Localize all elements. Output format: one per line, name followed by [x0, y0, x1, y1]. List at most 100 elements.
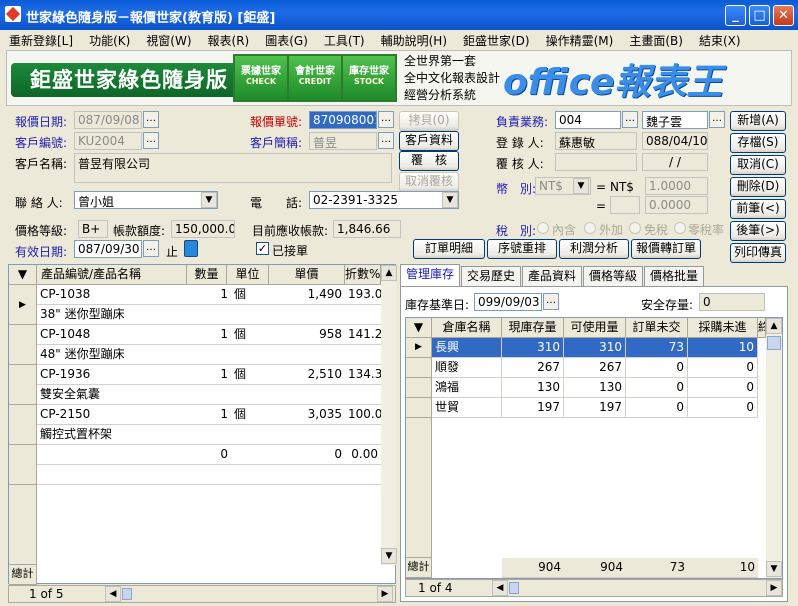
col-on-hand[interactable]: 現庫存量 — [502, 318, 564, 338]
item-name[interactable] — [37, 465, 381, 485]
menu-window[interactable]: 視窗(W) — [137, 30, 198, 49]
item-unit[interactable]: 個 — [231, 405, 269, 425]
item-price[interactable]: 2,510 — [269, 365, 345, 385]
hscroll-thumb[interactable] — [122, 588, 132, 600]
stock-purchase-pending[interactable]: 10 — [688, 338, 758, 358]
stock-available[interactable]: 197 — [564, 398, 626, 418]
item-code[interactable]: CP-1048 — [37, 325, 187, 345]
menu-help[interactable]: 輔助說明(H) — [372, 30, 454, 49]
menu-function[interactable]: 功能(K) — [80, 30, 137, 49]
item-price[interactable]: 958 — [269, 325, 345, 345]
scroll-right-icon[interactable]: ▶ — [766, 580, 782, 596]
stock-order-pending[interactable]: 73 — [626, 338, 688, 358]
scroll-up-icon[interactable]: ▲ — [381, 265, 397, 281]
cust-name-field[interactable]: 普昱有限公司 — [74, 153, 392, 183]
item-qty[interactable]: 1 — [187, 365, 231, 385]
phone-select[interactable]: 02-2391-3325 — [309, 191, 459, 209]
tab-trade-history[interactable]: 交易歷史 — [461, 266, 522, 286]
item-unit[interactable]: 個 — [231, 365, 269, 385]
col-qty[interactable]: 數量 — [187, 265, 227, 285]
cancel-button[interactable]: 取消(C) — [730, 155, 786, 175]
row-header[interactable] — [406, 398, 432, 418]
item-discount[interactable]: 0.00 — [345, 445, 381, 465]
scroll-right-icon[interactable]: ▶ — [377, 586, 393, 602]
next-record-button[interactable]: 後筆(>) — [730, 221, 786, 241]
menu-exit[interactable]: 結束(X) — [690, 30, 748, 49]
cust-no-field[interactable]: KU2004 — [74, 132, 142, 150]
close-button[interactable]: ✕ — [773, 5, 794, 26]
sales-code-lookup-button[interactable]: … — [622, 111, 638, 128]
delete-button[interactable]: 刪除(D) — [730, 177, 786, 197]
maximize-button[interactable]: □ — [749, 5, 770, 26]
stock-purchase-pending[interactable]: 0 — [688, 398, 758, 418]
stock-purchase-pending[interactable]: 0 — [688, 378, 758, 398]
menu-wizard[interactable]: 操作精靈(M) — [537, 30, 621, 49]
row-header[interactable] — [9, 445, 37, 485]
order-detail-button[interactable]: 訂單明細 — [413, 239, 485, 259]
item-price[interactable]: 1,490 — [269, 285, 345, 305]
stock-on-hand[interactable]: 197 — [502, 398, 564, 418]
exchange-rate2-field[interactable]: 0.0000 — [645, 196, 708, 214]
row-header[interactable] — [9, 325, 37, 365]
base-date-picker-button[interactable]: … — [543, 293, 559, 310]
quote-date-picker-button[interactable]: … — [143, 111, 159, 128]
col-available[interactable]: 可使用量 — [564, 318, 626, 338]
items-grid[interactable]: ▼ 產品編號/產品名稱 數量 單位 單價 折數% ▶ CP-1038 1 個 1,490… — [8, 264, 397, 585]
stock-vscroll[interactable]: ▲ ▼ — [766, 318, 782, 578]
copy-button[interactable]: 拷貝(0) — [399, 111, 459, 131]
item-price[interactable]: 3,035 — [269, 405, 345, 425]
row-header[interactable] — [9, 405, 37, 445]
scroll-left-icon[interactable]: ◀ — [105, 586, 121, 602]
prev-record-button[interactable]: 前筆(<) — [730, 199, 786, 219]
row-header[interactable] — [406, 358, 432, 378]
quote-no-field[interactable]: 870908001 — [309, 111, 377, 129]
stock-available[interactable]: 130 — [564, 378, 626, 398]
stock-on-hand[interactable]: 267 — [502, 358, 564, 378]
menu-jusheng[interactable]: 鉅盛世家(D) — [454, 30, 537, 49]
quote-to-order-button[interactable]: 報價轉訂單 — [631, 239, 701, 259]
tax-zero-radio[interactable] — [674, 222, 686, 234]
cust-short-field[interactable]: 普昱 — [309, 132, 377, 150]
stock-warehouse[interactable]: 世貿 — [432, 398, 502, 418]
item-discount[interactable]: 100.00 — [345, 405, 381, 425]
save-button[interactable]: 存檔(S) — [730, 133, 786, 153]
col-purchase-pending[interactable]: 採購未進 — [688, 318, 758, 338]
stock-warehouse[interactable]: 順發 — [432, 358, 502, 378]
tab-price-level[interactable]: 價格等級 — [583, 266, 644, 286]
base-date-field[interactable]: 099/09/03 — [474, 293, 542, 311]
cancel-review-button[interactable]: 取消覆核 — [399, 172, 459, 192]
cust-no-lookup-button[interactable]: … — [143, 132, 159, 149]
tab-manage-stock[interactable]: 管理庫存 — [400, 264, 461, 286]
col-unit[interactable]: 單位 — [227, 265, 269, 285]
stock-available[interactable]: 267 — [564, 358, 626, 378]
scroll-down-icon[interactable]: ▼ — [766, 561, 782, 577]
item-discount[interactable]: 134.30 — [345, 365, 381, 385]
stock-grid[interactable]: ▼ 倉庫名稱 現庫存量 可使用量 訂單未交 採購未進 終 ▶長興31031073… — [405, 317, 783, 579]
col-discount[interactable]: 折數% — [345, 265, 381, 285]
item-price[interactable]: 0 — [269, 445, 345, 465]
quote-date-field[interactable]: 087/09/08 — [74, 111, 142, 129]
item-code[interactable] — [37, 445, 187, 465]
tab-price-batch[interactable]: 價格批量 — [644, 266, 705, 286]
tax-inclusive-radio[interactable] — [537, 222, 549, 234]
item-code[interactable]: CP-1038 — [37, 285, 187, 305]
item-unit[interactable]: 個 — [231, 325, 269, 345]
item-unit[interactable] — [231, 445, 269, 465]
menu-main[interactable]: 主畫面(B) — [620, 30, 690, 49]
item-qty[interactable]: 1 — [187, 285, 231, 305]
row-header[interactable] — [9, 365, 37, 405]
item-name[interactable]: 觸控式置杯架 — [37, 425, 381, 445]
menu-report[interactable]: 報表(R) — [199, 30, 257, 49]
sales-code-field[interactable]: 004 — [555, 111, 621, 129]
tax-exclusive-radio[interactable] — [584, 222, 596, 234]
col-truncated[interactable]: 終 — [758, 318, 766, 338]
menu-chart[interactable]: 圖表(G) — [256, 30, 315, 49]
tax-exempt-radio[interactable] — [629, 222, 641, 234]
valid-date-field[interactable]: 087/09/30 — [74, 240, 142, 258]
contact-select[interactable]: 曾小姐 — [74, 191, 218, 209]
stock-order-pending[interactable]: 0 — [626, 378, 688, 398]
exchange-rate-field[interactable]: 1.0000 — [645, 177, 708, 195]
customer-info-button[interactable]: 客戶資料 — [399, 131, 459, 151]
item-qty[interactable]: 1 — [187, 405, 231, 425]
sales-name-field[interactable]: 魏子雲 — [642, 111, 708, 129]
